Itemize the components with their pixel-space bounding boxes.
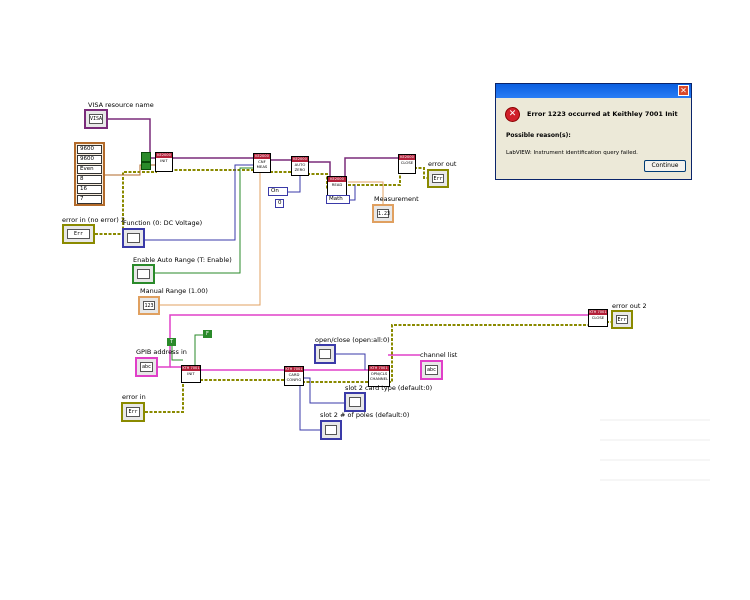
error-in-control[interactable]: Err <box>121 402 145 422</box>
manual-range-label: Manual Range (1.00) <box>140 287 208 295</box>
parity-ring[interactable]: Even <box>77 165 102 174</box>
manual-range-wire <box>160 169 268 306</box>
manual-range-control[interactable]: 123 <box>138 296 160 315</box>
gpib-address-in-control[interactable]: abc <box>135 357 158 377</box>
continue-button[interactable]: Continue <box>644 160 686 172</box>
ke7001-init-vi[interactable]: KTH 7001 INIT <box>181 365 201 383</box>
error-in-no-error-2-control[interactable]: Err <box>62 224 95 244</box>
slot2-num-poles-label: slot 2 # of poles (default:0) <box>320 411 410 419</box>
dialog-message: LabVIEW: Instrument identification query… <box>506 150 638 156</box>
function-control[interactable] <box>122 228 145 248</box>
bool-true-constant[interactable]: T <box>167 338 176 346</box>
visa-resource-name-label: VISA resource name <box>88 101 154 109</box>
dialog-title-bar: ✕ <box>496 84 691 98</box>
measurement-label: Measurement <box>374 195 419 203</box>
baud-rate-value[interactable]: 9600 <box>77 155 102 164</box>
measurement-indicator[interactable]: 1.23 <box>372 204 394 223</box>
error-out-indicator[interactable]: Err <box>427 169 449 188</box>
bool-false-constant[interactable]: F <box>203 330 212 338</box>
error-icon: ✕ <box>505 107 520 122</box>
gpib-address-in-label: GPIB address in <box>136 348 187 356</box>
channel-list-label: channel list <box>420 351 458 359</box>
ke2000-close-vi[interactable]: KE2000 CLOSE <box>398 154 416 174</box>
open-close-control[interactable] <box>314 344 336 364</box>
open-close-label: open/close (open:all:0) <box>315 336 390 344</box>
channel-list-control[interactable]: abc <box>420 360 443 380</box>
ke2000-config-meas-vi[interactable]: KE2000 CNF MEAS <box>253 153 271 173</box>
error-in-label: error in <box>122 393 146 401</box>
background-grid <box>600 419 710 481</box>
slot2-card-type-control[interactable] <box>344 392 366 412</box>
ke2000-autozero-vi[interactable]: KE2000 AUTO ZERO <box>291 156 309 176</box>
error-in-no-error-2-label: error in (no error) 2 <box>62 216 125 224</box>
dialog-subtitle: Possible reason(s): <box>506 132 571 139</box>
slot2-num-poles-control[interactable] <box>320 420 342 440</box>
function-wire <box>145 164 255 241</box>
dialog-error-title: Error 1223 occurred at Keithley 7001 Ini… <box>527 110 678 118</box>
enable-auto-range-control[interactable] <box>132 264 155 284</box>
slot2-card-type-label: slot 2 card type (default:0) <box>345 384 433 392</box>
baud-rate-ring[interactable]: 9600 <box>77 145 102 154</box>
enable-auto-range-label: Enable Auto Range (T: Enable) <box>133 256 232 264</box>
function-label: Function (0: DC Voltage) <box>123 219 203 227</box>
close-icon[interactable]: ✕ <box>678 85 689 96</box>
error-out-2-indicator[interactable]: Err <box>611 310 633 329</box>
visa-resource-terminal[interactable]: VISA <box>84 109 108 129</box>
init-bool-const-2[interactable] <box>141 162 151 170</box>
on-off-ring[interactable]: On <box>268 187 288 196</box>
error-out-2-label: error out 2 <box>612 302 647 310</box>
on-ring-constant[interactable]: 0 <box>275 199 284 208</box>
ke7001-close-vi[interactable]: KTH 7001 CLOSE <box>588 309 608 327</box>
math-ring[interactable]: Math <box>326 195 350 204</box>
data-bits-field[interactable]: 8 <box>77 175 102 184</box>
error-out-label: error out <box>428 160 457 168</box>
ke7001-card-config-vi[interactable]: KTH 7001 CARD CONFIG <box>284 366 304 386</box>
timeout-field[interactable]: 7 <box>77 195 102 204</box>
ke2000-init-vi[interactable]: KE2000 INIT <box>155 152 173 172</box>
flow-control-ring[interactable]: 16 <box>77 185 102 194</box>
init-bool-const[interactable] <box>141 152 151 162</box>
error-dialog: ✕ ✕ Error 1223 occurred at Keithley 7001… <box>495 83 692 180</box>
